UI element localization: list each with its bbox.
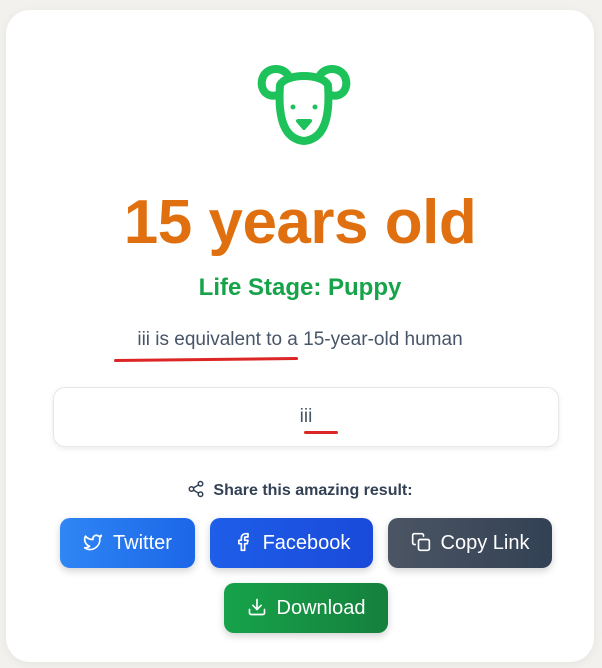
- download-label: Download: [276, 597, 366, 619]
- facebook-button[interactable]: Facebook: [210, 518, 373, 568]
- pet-name: iii: [299, 406, 313, 427]
- share-label: Share this amazing result:: [213, 482, 413, 499]
- share-icon: [188, 480, 204, 498]
- share-heading: Share this amazing result:: [6, 480, 594, 502]
- dog-face-icon: [257, 65, 351, 145]
- life-stage-label: Life Stage: Puppy: [198, 274, 402, 301]
- annotation-underline: [304, 431, 338, 434]
- facebook-icon: [237, 532, 249, 552]
- result-card: 15 years old Life Stage: Puppy iii is eq…: [6, 10, 594, 662]
- annotation-underline: [113, 357, 299, 362]
- copy-link-label: Copy Link: [440, 532, 530, 554]
- twitter-label: Twitter: [113, 532, 172, 554]
- download-button[interactable]: Download: [224, 583, 388, 633]
- equivalence-text: iii is equivalent to a 15-year-old human: [137, 329, 463, 350]
- twitter-icon: [83, 534, 103, 551]
- twitter-button[interactable]: Twitter: [60, 518, 195, 568]
- pet-name-box: iii: [53, 387, 559, 447]
- download-icon: [248, 598, 265, 616]
- copy-link-button[interactable]: Copy Link: [388, 518, 552, 568]
- age-title: 15 years old: [123, 188, 477, 257]
- facebook-label: Facebook: [262, 532, 351, 554]
- copy-icon: [411, 532, 430, 552]
